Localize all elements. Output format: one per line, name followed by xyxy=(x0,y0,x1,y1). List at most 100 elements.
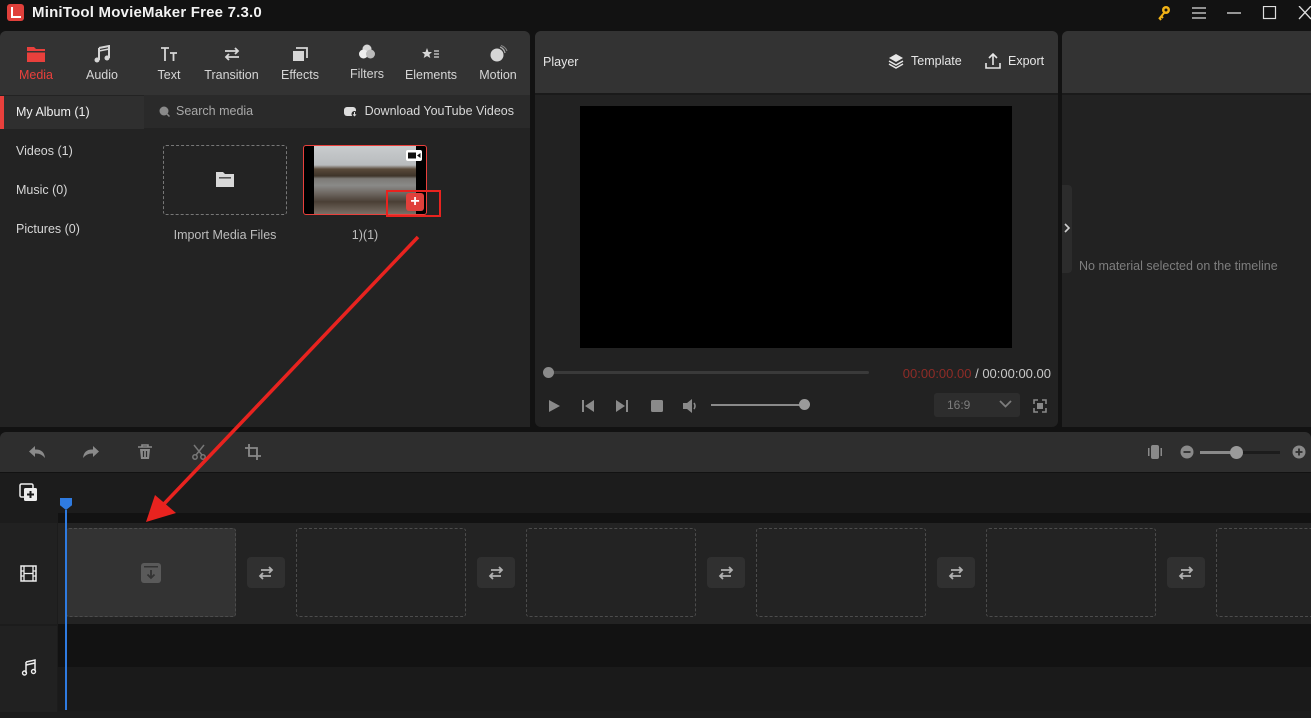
tab-transition[interactable]: Transition xyxy=(200,31,263,95)
stop-button[interactable] xyxy=(648,397,666,415)
fit-timeline-button[interactable] xyxy=(1145,442,1165,462)
sidebar-item-my-album[interactable]: My Album (1) xyxy=(0,96,144,129)
timeline-zoom-handle[interactable] xyxy=(1230,446,1243,459)
text-icon xyxy=(161,47,177,61)
transition-icon xyxy=(718,565,734,580)
time-separator: / xyxy=(971,366,983,381)
add-track-button[interactable] xyxy=(19,483,39,508)
fit-to-timeline-icon xyxy=(1148,445,1162,459)
timeline-clip-slot[interactable] xyxy=(986,528,1156,617)
aspect-ratio-select[interactable]: 16:9 xyxy=(934,393,1020,417)
export-button[interactable]: Export xyxy=(985,53,1044,69)
import-media-button[interactable] xyxy=(163,145,287,215)
volume-slider[interactable] xyxy=(711,404,805,406)
sidebar-item-music[interactable]: Music (0) xyxy=(0,174,144,207)
export-icon xyxy=(985,53,1001,69)
play-icon xyxy=(549,400,560,412)
close-icon[interactable] xyxy=(1293,3,1311,23)
video-camera-icon xyxy=(406,150,422,161)
maximize-icon[interactable] xyxy=(1258,3,1282,23)
properties-header xyxy=(1062,31,1311,95)
sidebar-item-pictures[interactable]: Pictures (0) xyxy=(0,213,144,246)
search-input[interactable]: Search media xyxy=(159,104,253,118)
timeline-clip-slot[interactable] xyxy=(296,528,466,617)
transition-slot[interactable] xyxy=(707,557,745,588)
music-icon xyxy=(94,45,110,63)
volume-button[interactable] xyxy=(682,397,700,415)
timeline-clip-slot[interactable] xyxy=(66,528,236,617)
tab-text[interactable]: Text xyxy=(145,31,193,95)
fullscreen-button[interactable] xyxy=(1031,397,1049,415)
media-search-bar: Search media Download YouTube Videos xyxy=(144,95,530,128)
crop-icon xyxy=(245,444,261,460)
aspect-ratio-value: 16:9 xyxy=(947,398,971,412)
tab-effects[interactable]: Effects xyxy=(276,31,324,95)
crop-button[interactable] xyxy=(243,442,263,462)
elements-icon xyxy=(422,48,439,58)
zoom-in-icon xyxy=(1292,445,1306,459)
zoom-out-button[interactable] xyxy=(1177,442,1197,462)
minimize-icon[interactable] xyxy=(1222,3,1246,23)
transition-slot[interactable] xyxy=(1167,557,1205,588)
timeline-ruler[interactable] xyxy=(58,513,1311,523)
seek-bar[interactable] xyxy=(547,371,869,374)
sidebar-item-videos[interactable]: Videos (1) xyxy=(0,135,144,168)
timeline-clip-slot[interactable] xyxy=(526,528,696,617)
split-button[interactable] xyxy=(189,442,209,462)
transition-icon xyxy=(224,47,239,61)
chevron-right-icon xyxy=(1064,223,1071,233)
app-logo-icon xyxy=(7,4,24,21)
audio-track[interactable] xyxy=(58,667,1311,711)
tab-media[interactable]: Media xyxy=(12,31,60,95)
skip-forward-icon xyxy=(616,400,628,412)
youtube-download-icon xyxy=(343,106,358,117)
tab-label: Motion xyxy=(479,68,517,82)
tab-label: Filters xyxy=(349,67,385,81)
next-frame-button[interactable] xyxy=(613,397,631,415)
folder-icon xyxy=(27,47,45,62)
media-item-name: 1)(1) xyxy=(351,228,379,242)
menu-icon[interactable] xyxy=(1187,3,1211,23)
layers-icon xyxy=(888,54,904,69)
template-button[interactable]: Template xyxy=(888,53,962,69)
audio-track-header xyxy=(0,626,57,712)
tab-elements[interactable]: Elements xyxy=(404,31,458,95)
transition-slot[interactable] xyxy=(937,557,975,588)
timeline-clip-slot[interactable] xyxy=(1216,528,1311,617)
tab-motion[interactable]: Motion xyxy=(474,31,522,95)
total-time: 00:00:00.00 xyxy=(982,366,1051,381)
transition-icon xyxy=(1178,565,1194,580)
transition-icon xyxy=(948,565,964,580)
timeline-clip-slot[interactable] xyxy=(756,528,926,617)
tab-label: Audio xyxy=(86,68,118,82)
zoom-out-icon xyxy=(1180,445,1194,459)
delete-button[interactable] xyxy=(135,442,155,462)
tab-filters[interactable]: Filters xyxy=(343,31,391,95)
previous-frame-button[interactable] xyxy=(579,397,597,415)
tab-label: Transition xyxy=(204,68,259,82)
trash-icon xyxy=(138,444,152,459)
play-button[interactable] xyxy=(545,397,563,415)
download-youtube-button[interactable]: Download YouTube Videos xyxy=(343,104,514,118)
transition-slot[interactable] xyxy=(247,557,285,588)
chevron-down-icon xyxy=(999,400,1012,408)
annotation-highlight-box xyxy=(386,190,441,217)
title-bar: MiniTool MovieMaker Free 7.3.0 xyxy=(0,0,1311,31)
transition-slot[interactable] xyxy=(477,557,515,588)
video-preview-screen xyxy=(580,106,1012,348)
current-time: 00:00:00.00 xyxy=(902,366,972,381)
seek-handle[interactable] xyxy=(543,367,554,378)
undo-button[interactable] xyxy=(27,442,47,462)
collapse-panel-button[interactable] xyxy=(1062,185,1072,273)
undo-icon xyxy=(29,446,45,458)
redo-button[interactable] xyxy=(81,442,101,462)
stop-icon xyxy=(651,400,663,412)
tab-audio[interactable]: Audio xyxy=(78,31,126,95)
film-icon xyxy=(20,565,37,582)
key-icon[interactable] xyxy=(1152,3,1176,23)
volume-icon xyxy=(683,399,696,413)
media-content: Search media Download YouTube Videos Imp… xyxy=(144,95,530,427)
transition-icon xyxy=(258,565,274,580)
zoom-in-button[interactable] xyxy=(1289,442,1309,462)
volume-handle[interactable] xyxy=(799,399,810,410)
